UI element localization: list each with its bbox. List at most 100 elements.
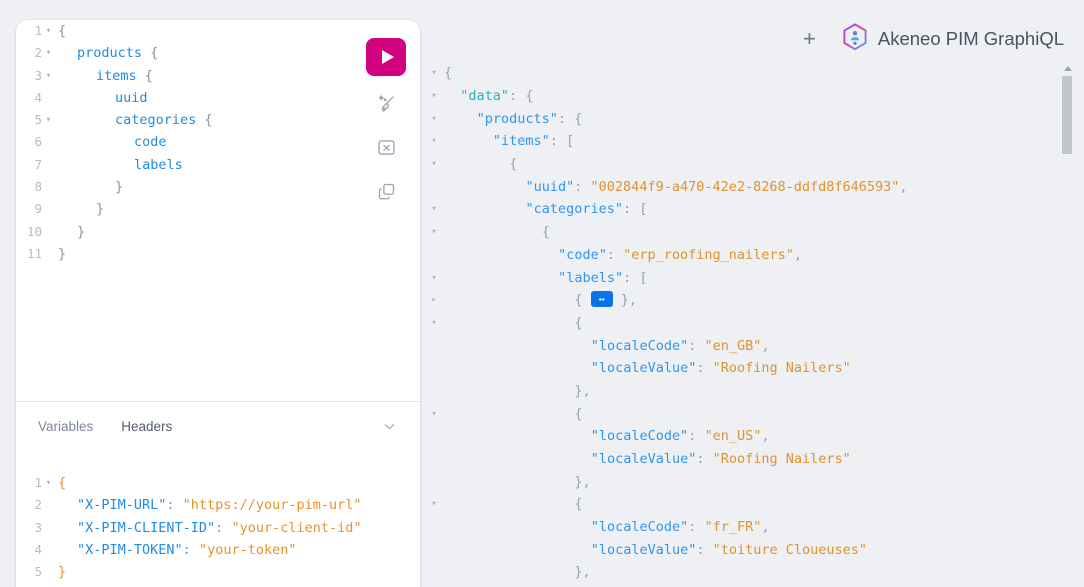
response-scrollbar[interactable] [1061, 62, 1075, 587]
line-number: 3 [16, 65, 42, 87]
fold-toggle-icon[interactable]: ▾ [424, 227, 444, 237]
fold-spacer: ▾ [42, 221, 55, 243]
line-number: 5 [16, 561, 42, 583]
response-line: ▾{ [424, 493, 1084, 516]
fold-spacer: ▾ [424, 431, 444, 441]
fold-toggle-icon[interactable]: ▾ [424, 409, 444, 419]
response-line: ▾"data": { [424, 85, 1084, 108]
response-line: ▾"uuid": "002844f9-a470-42e2-8268-ddfd8f… [424, 175, 1084, 198]
add-tab-button[interactable]: + [799, 28, 820, 50]
scroll-up-arrow-icon[interactable] [1064, 66, 1072, 71]
fold-toggle-icon[interactable]: ▾ [424, 273, 444, 283]
response-line-text: "localeValue": "Roofing Nailers" [444, 451, 851, 467]
fold-spacer: ▾ [42, 154, 55, 176]
fold-toggle-icon[interactable]: ▾ [424, 91, 444, 101]
response-code-area: ▾{▾"data": {▾"products": {▾"items": [▾{▾… [424, 62, 1084, 584]
response-line-text: }, [444, 564, 591, 580]
line-number: 1 [16, 472, 42, 494]
response-line: ▾}, [424, 561, 1084, 584]
line-number: 10 [16, 221, 42, 243]
code-line-text: "X-PIM-URL": "https://your-pim-url" [55, 494, 361, 516]
fold-spacer: ▾ [42, 494, 55, 516]
code-line-text: } [55, 561, 66, 583]
code-line-text: "X-PIM-CLIENT-ID": "your-client-id" [55, 517, 361, 539]
fold-spacer: ▾ [424, 341, 444, 351]
code-line: 1▾{ [16, 472, 420, 494]
response-viewer[interactable]: ▾{▾"data": {▾"products": {▾"items": [▾{▾… [424, 62, 1084, 587]
response-line-text: "localeValue": "toiture Cloueuses" [444, 542, 867, 558]
fold-spacer: ▾ [424, 454, 444, 464]
query-editor[interactable]: 1▾{2▾products {3▾items {4▾uuid5▾categori… [16, 20, 420, 381]
response-header: + [799, 22, 1064, 56]
response-line-text: }, [444, 474, 591, 490]
fold-toggle-icon[interactable]: ▾ [42, 42, 55, 64]
response-line-text: { [444, 156, 517, 172]
fold-toggle-icon[interactable]: ▾ [42, 472, 55, 494]
fold-toggle-icon[interactable]: ▾ [424, 68, 444, 78]
code-line: 10▾} [16, 221, 420, 243]
code-line: 2▾"X-PIM-URL": "https://your-pim-url" [16, 494, 420, 516]
fold-toggle-icon[interactable]: ▾ [424, 499, 444, 509]
fold-spacer: ▾ [42, 87, 55, 109]
fold-toggle-icon[interactable]: ▸ [424, 295, 444, 305]
execute-query-button[interactable] [366, 38, 406, 76]
code-line-text: } [55, 221, 85, 243]
tab-headers[interactable]: Headers [121, 419, 172, 434]
graphiql-app: 1▾{2▾products {3▾items {4▾uuid5▾categori… [0, 0, 1084, 587]
code-line-text: labels [55, 154, 183, 176]
code-line: 1▾{ [16, 20, 420, 42]
fold-spacer: ▾ [424, 522, 444, 532]
code-line: 8▾} [16, 176, 420, 198]
line-number: 5 [16, 109, 42, 131]
editor-pane: 1▾{2▾products {3▾items {4▾uuid5▾categori… [16, 20, 420, 587]
code-line: 9▾} [16, 198, 420, 220]
fold-toggle-icon[interactable]: ▾ [424, 318, 444, 328]
fold-toggle-icon[interactable]: ▾ [424, 159, 444, 169]
response-line: ▾"items": [ [424, 130, 1084, 153]
fold-toggle-icon[interactable]: ▾ [424, 204, 444, 214]
fold-toggle-icon[interactable]: ▾ [42, 109, 55, 131]
merge-fragments-icon[interactable] [369, 130, 403, 164]
response-line-text: { ↔ }, [444, 292, 637, 308]
fold-toggle-icon[interactable]: ▾ [42, 20, 55, 42]
response-line: ▾"categories": [ [424, 198, 1084, 221]
response-line: ▾{ [424, 402, 1084, 425]
fold-spacer: ▾ [424, 567, 444, 577]
headers-editor[interactable]: 1▾{2▾"X-PIM-URL": "https://your-pim-url"… [16, 472, 420, 583]
variables-headers-tabs: Variables Headers [16, 402, 420, 450]
line-number: 11 [16, 243, 42, 265]
response-line: ▾"localeValue": "Roofing Nailers" [424, 448, 1084, 471]
prettify-broom-icon[interactable] [369, 86, 403, 120]
response-line-text: { [444, 65, 452, 81]
response-line-text: "localeCode": "en_GB", [444, 338, 770, 354]
chevron-down-icon[interactable] [381, 418, 398, 435]
fold-spacer: ▾ [42, 198, 55, 220]
code-line-text: products { [55, 42, 158, 64]
response-line-text: "labels": [ [444, 270, 648, 286]
fold-toggle-icon[interactable]: ▾ [424, 114, 444, 124]
collapsed-object-badge[interactable]: ↔ [591, 291, 613, 307]
copy-query-icon[interactable] [369, 174, 403, 208]
query-code-area[interactable]: 1▾{2▾products {3▾items {4▾uuid5▾categori… [16, 20, 420, 265]
brand: Akeneo PIM GraphiQL [842, 23, 1064, 56]
code-line-text: } [55, 198, 104, 220]
fold-toggle-icon[interactable]: ▾ [42, 65, 55, 87]
response-line: ▾{ [424, 221, 1084, 244]
code-line: 4▾"X-PIM-TOKEN": "your-token" [16, 539, 420, 561]
code-line: 11▾} [16, 243, 420, 265]
response-line: ▾"localeValue": "Roofing Nailers" [424, 357, 1084, 380]
fold-spacer: ▾ [42, 517, 55, 539]
headers-code-area[interactable]: 1▾{2▾"X-PIM-URL": "https://your-pim-url"… [16, 472, 420, 583]
tab-variables[interactable]: Variables [38, 419, 93, 434]
response-line-text: "products": { [444, 111, 582, 127]
response-line-text: }, [444, 383, 591, 399]
editor-toolbar [366, 38, 406, 208]
fold-spacer: ▾ [424, 477, 444, 487]
fold-toggle-icon[interactable]: ▾ [424, 136, 444, 146]
line-number: 4 [16, 539, 42, 561]
akeneo-hexagon-logo-icon [842, 23, 868, 56]
fold-spacer: ▾ [424, 545, 444, 555]
fold-spacer: ▾ [424, 386, 444, 396]
line-number: 3 [16, 517, 42, 539]
scrollbar-thumb[interactable] [1062, 76, 1072, 154]
